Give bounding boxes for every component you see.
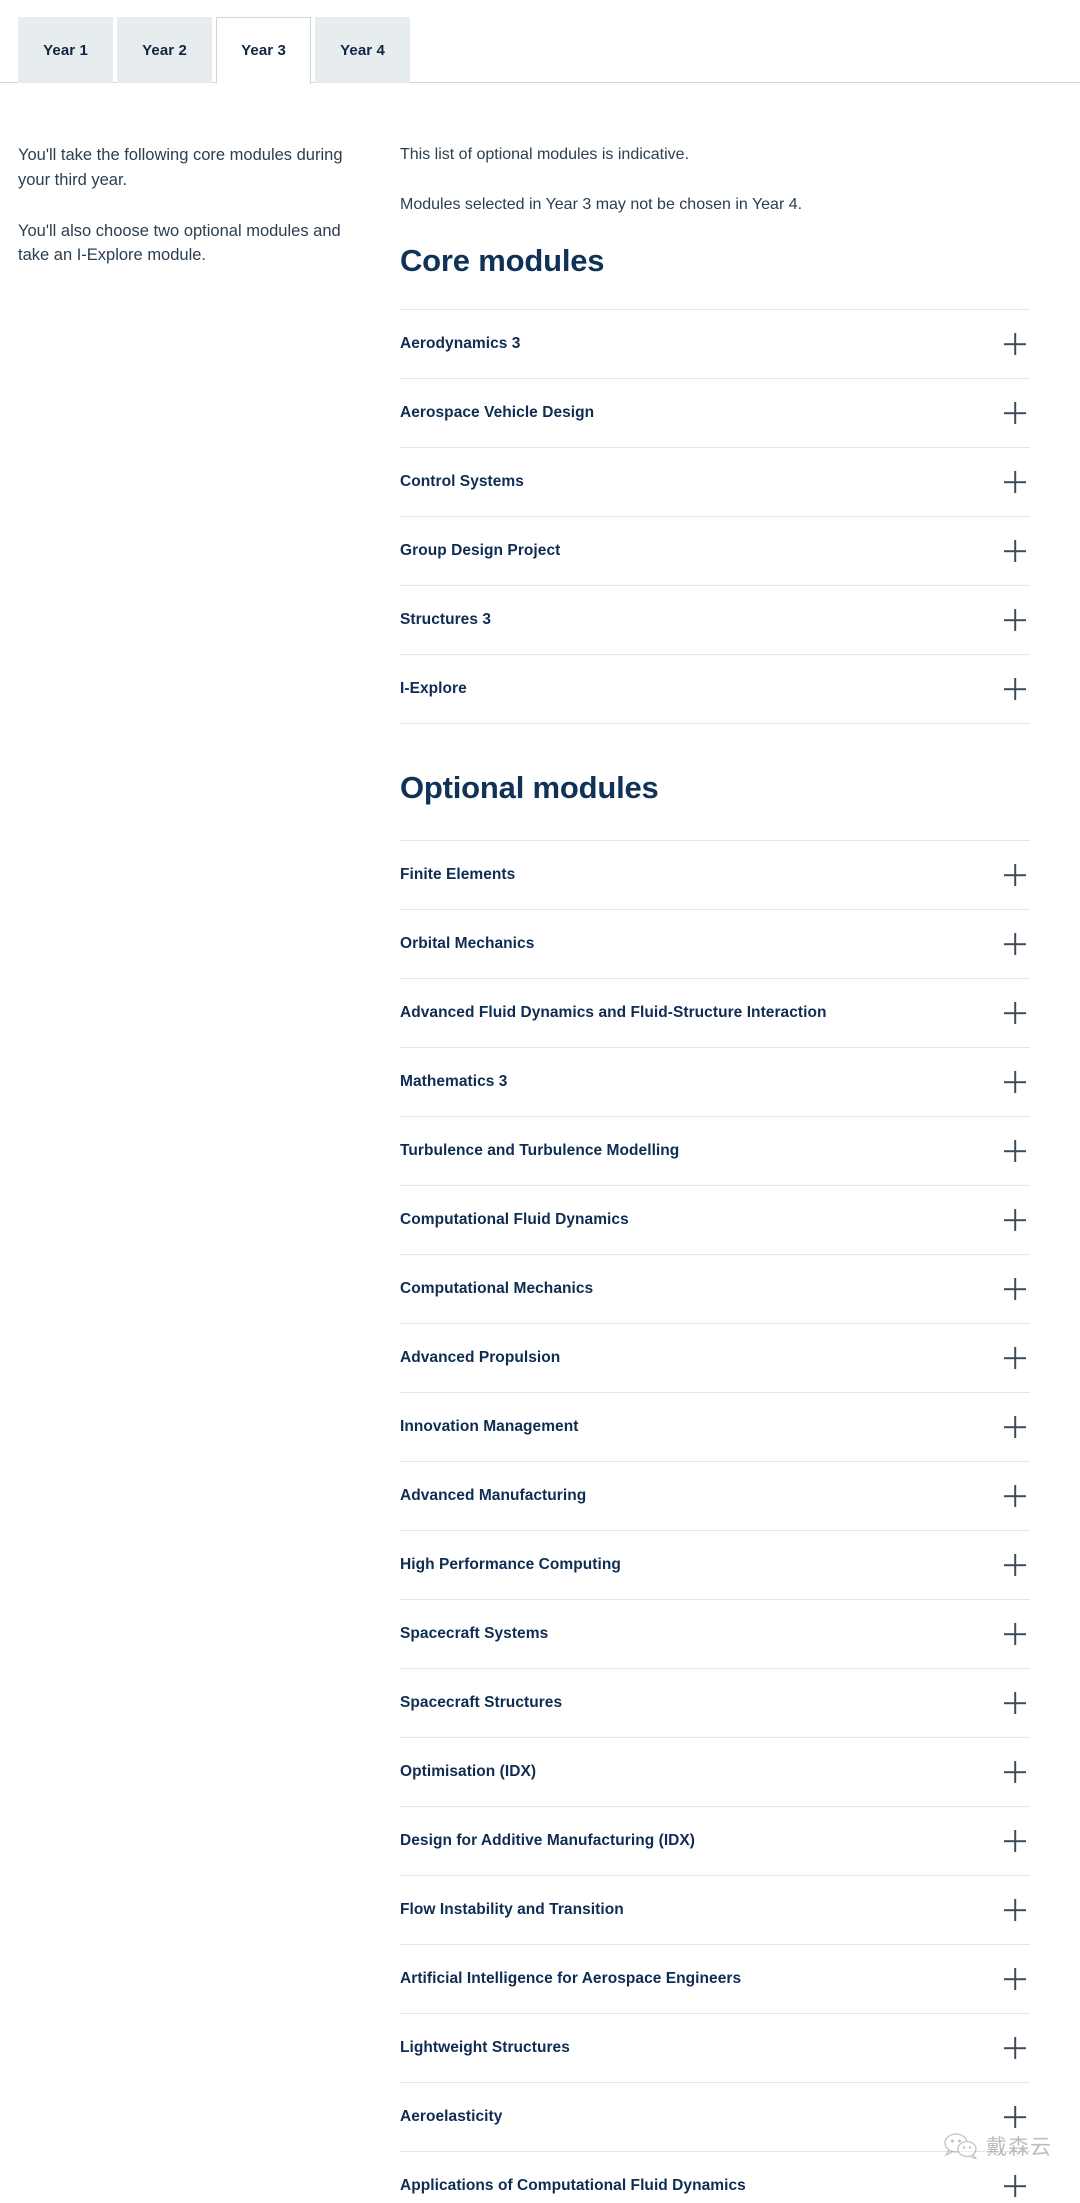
core-module-row[interactable]: I-Explore — [400, 655, 1030, 724]
plus-icon[interactable] — [1004, 1209, 1026, 1231]
plus-icon[interactable] — [1004, 933, 1026, 955]
core-module-row[interactable]: Aerospace Vehicle Design — [400, 379, 1030, 448]
tab-label: Year 3 — [241, 42, 286, 59]
modules-column: This list of optional modules is indicat… — [400, 143, 1080, 2203]
module-title: Applications of Computational Fluid Dyna… — [400, 2176, 746, 2194]
module-title: Control Systems — [400, 472, 524, 490]
module-title: Aerospace Vehicle Design — [400, 403, 595, 421]
optional-module-row[interactable]: Aeroelasticity — [400, 2083, 1030, 2152]
plus-icon[interactable] — [1004, 333, 1026, 355]
plus-icon[interactable] — [1004, 471, 1026, 493]
core-module-row[interactable]: Group Design Project — [400, 517, 1030, 586]
plus-icon[interactable] — [1004, 1347, 1026, 1369]
module-title: Advanced Propulsion — [400, 1348, 561, 1366]
module-title: Spacecraft Systems — [400, 1624, 549, 1642]
module-title: Advanced Fluid Dynamics and Fluid-Struct… — [400, 1003, 827, 1021]
tab-label: Year 1 — [43, 42, 88, 59]
optional-module-row[interactable]: Advanced Manufacturing — [400, 1462, 1030, 1531]
core-module-row[interactable]: Aerodynamics 3 — [400, 310, 1030, 379]
year-tabs: Year 1 Year 2 Year 3 Year 4 — [0, 0, 1080, 84]
module-title: Computational Fluid Dynamics — [400, 1210, 629, 1228]
optional-module-row[interactable]: Innovation Management — [400, 1393, 1030, 1462]
module-title: Artificial Intelligence for Aerospace En… — [400, 1969, 742, 1987]
module-title: Optimisation (IDX) — [400, 1762, 537, 1780]
plus-icon[interactable] — [1004, 2106, 1026, 2128]
module-title: Innovation Management — [400, 1417, 579, 1435]
plus-icon[interactable] — [1004, 1485, 1026, 1507]
tab-label: Year 2 — [142, 42, 187, 59]
module-title: High Performance Computing — [400, 1555, 621, 1573]
core-modules-list: Aerodynamics 3 Aerospace Vehicle Design Co… — [400, 309, 1030, 724]
plus-icon[interactable] — [1004, 1554, 1026, 1576]
tab-year-4[interactable]: Year 4 — [315, 17, 410, 83]
module-title: Finite Elements — [400, 865, 516, 883]
plus-icon[interactable] — [1004, 2037, 1026, 2059]
intro-column: You'll take the following core modules d… — [0, 143, 400, 2203]
module-title: I-Explore — [400, 679, 467, 697]
module-title: Structures 3 — [400, 610, 492, 628]
optional-module-row[interactable]: Flow Instability and Transition — [400, 1876, 1030, 1945]
plus-icon[interactable] — [1004, 678, 1026, 700]
optional-module-row[interactable]: Lightweight Structures — [400, 2014, 1030, 2083]
optional-modules-list: Finite Elements Orbital Mechanics Advanced… — [400, 840, 1030, 2203]
module-title: Aeroelasticity — [400, 2107, 503, 2125]
module-title: Group Design Project — [400, 541, 561, 559]
tab-label: Year 4 — [340, 42, 385, 59]
plus-icon[interactable] — [1004, 864, 1026, 886]
plus-icon[interactable] — [1004, 1278, 1026, 1300]
tab-year-1[interactable]: Year 1 — [18, 17, 113, 83]
module-title: Aerodynamics 3 — [400, 334, 521, 352]
module-title: Computational Mechanics — [400, 1279, 594, 1297]
module-title: Mathematics 3 — [400, 1072, 508, 1090]
module-title: Advanced Manufacturing — [400, 1486, 587, 1504]
plus-icon[interactable] — [1004, 1140, 1026, 1162]
optional-module-row[interactable]: High Performance Computing — [400, 1531, 1030, 1600]
optional-module-row[interactable]: Spacecraft Structures — [400, 1669, 1030, 1738]
plus-icon[interactable] — [1004, 2175, 1026, 2197]
tab-year-3[interactable]: Year 3 — [216, 17, 311, 84]
intro-paragraph-1: You'll take the following core modules d… — [18, 146, 343, 189]
optional-module-row[interactable]: Orbital Mechanics — [400, 910, 1030, 979]
plus-icon[interactable] — [1004, 1761, 1026, 1783]
tab-year-2[interactable]: Year 2 — [117, 17, 212, 83]
plus-icon[interactable] — [1004, 402, 1026, 424]
plus-icon[interactable] — [1004, 1968, 1026, 1990]
core-modules-heading: Core modules — [400, 243, 605, 278]
optional-module-row[interactable]: Mathematics 3 — [400, 1048, 1030, 1117]
module-title: Orbital Mechanics — [400, 934, 535, 952]
module-title: Spacecraft Structures — [400, 1693, 563, 1711]
module-title: Lightweight Structures — [400, 2038, 570, 2056]
plus-icon[interactable] — [1004, 1899, 1026, 1921]
intro-paragraph-2: You'll also choose two optional modules … — [18, 221, 341, 265]
plus-icon[interactable] — [1004, 1071, 1026, 1093]
optional-module-row[interactable]: Computational Mechanics — [400, 1255, 1030, 1324]
optional-module-row[interactable]: Finite Elements — [400, 841, 1030, 910]
module-title: Turbulence and Turbulence Modelling — [400, 1141, 680, 1159]
optional-module-row[interactable]: Computational Fluid Dynamics — [400, 1186, 1030, 1255]
optional-module-row[interactable]: Advanced Propulsion — [400, 1324, 1030, 1393]
plus-icon[interactable] — [1004, 1830, 1026, 1852]
plus-icon[interactable] — [1004, 1002, 1026, 1024]
optional-module-row[interactable]: Artificial Intelligence for Aerospace En… — [400, 1945, 1030, 2014]
core-module-row[interactable]: Control Systems — [400, 448, 1030, 517]
module-title: Design for Additive Manufacturing (IDX) — [400, 1831, 696, 1849]
optional-module-row[interactable]: Design for Additive Manufacturing (IDX) — [400, 1807, 1030, 1876]
plus-icon[interactable] — [1004, 609, 1026, 631]
page-root: Year 1 Year 2 Year 3 Year 4 You'll take … — [0, 0, 1080, 2203]
optional-module-row[interactable]: Turbulence and Turbulence Modelling — [400, 1117, 1030, 1186]
optional-modules-heading: Optional modules — [400, 770, 659, 805]
module-title: Flow Instability and Transition — [400, 1900, 624, 1918]
plus-icon[interactable] — [1004, 540, 1026, 562]
optional-module-row[interactable]: Spacecraft Systems — [400, 1600, 1030, 1669]
plus-icon[interactable] — [1004, 1416, 1026, 1438]
optional-module-row[interactable]: Optimisation (IDX) — [400, 1738, 1030, 1807]
optional-module-row[interactable]: Advanced Fluid Dynamics and Fluid-Struct… — [400, 979, 1030, 1048]
year4-restriction-note: Modules selected in Year 3 may not be ch… — [400, 196, 803, 213]
tab-panel-year-3: You'll take the following core modules d… — [0, 83, 1080, 2203]
plus-icon[interactable] — [1004, 1692, 1026, 1714]
plus-icon[interactable] — [1004, 1623, 1026, 1645]
core-module-row[interactable]: Structures 3 — [400, 586, 1030, 655]
indicative-note: This list of optional modules is indicat… — [400, 146, 690, 163]
optional-module-row[interactable]: Applications of Computational Fluid Dyna… — [400, 2152, 1030, 2203]
